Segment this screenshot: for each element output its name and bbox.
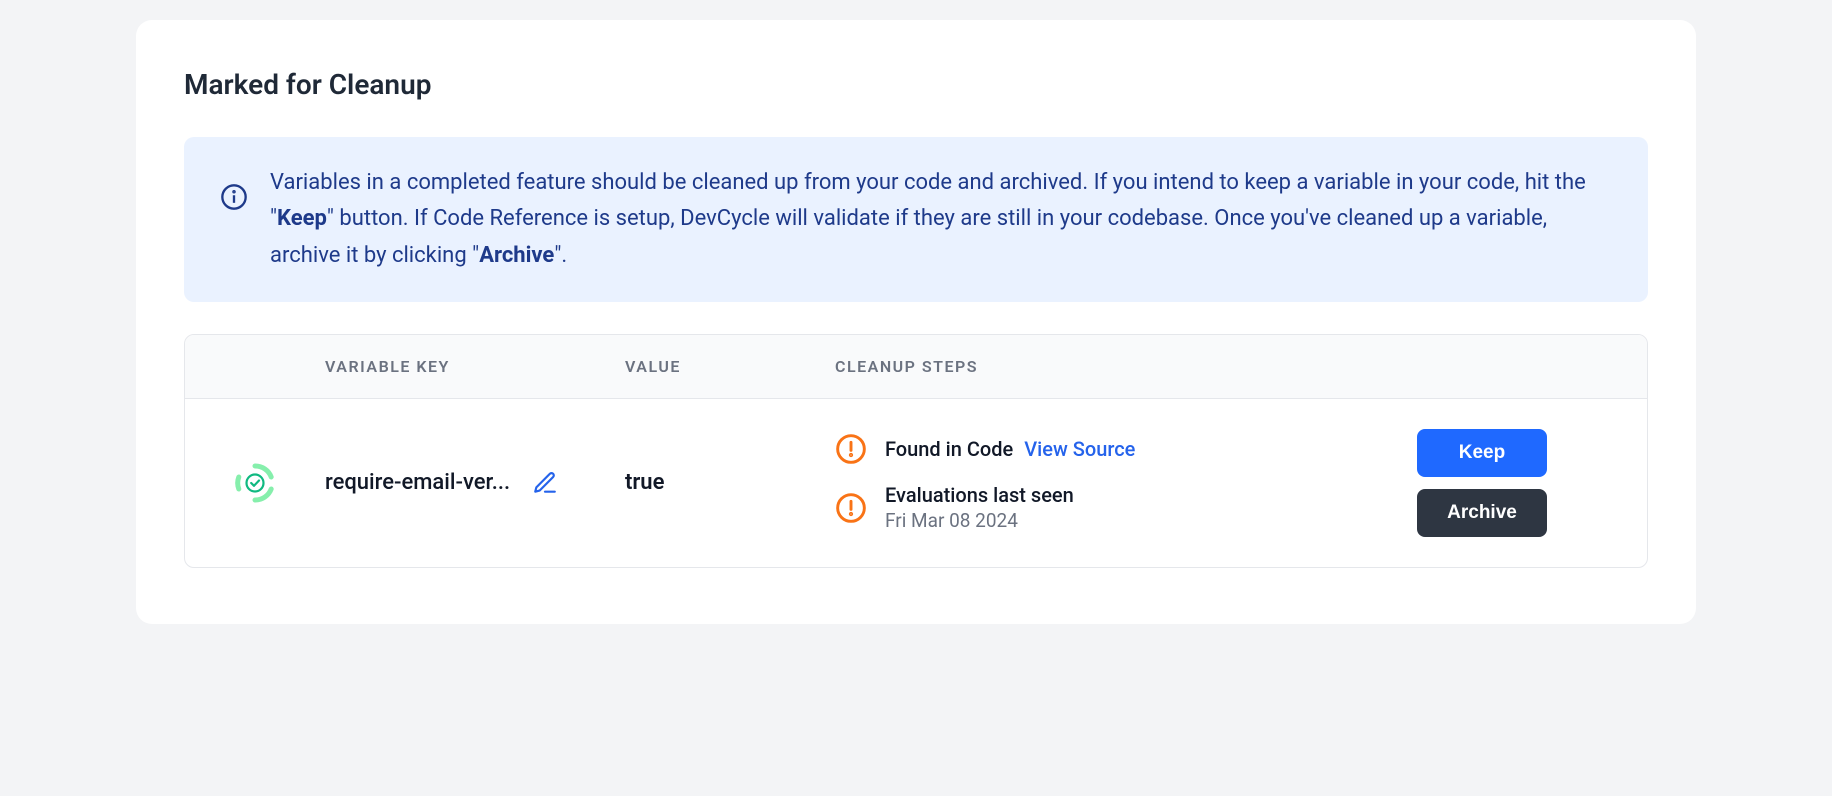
- view-source-link[interactable]: View Source: [1024, 437, 1135, 461]
- variable-status-icon: [234, 462, 276, 504]
- status-icon-cell: [185, 462, 325, 504]
- step-found-in-code: Found in Code View Source: [835, 433, 1347, 465]
- table-header: VARIABLE KEY VALUE CLEANUP STEPS: [185, 335, 1647, 399]
- alert-icon: [835, 492, 867, 524]
- evaluations-label: Evaluations last seen: [885, 483, 1074, 507]
- header-cleanup-steps: CLEANUP STEPS: [835, 357, 1347, 376]
- actions-cell: Keep Archive: [1347, 429, 1647, 537]
- edit-icon: [532, 470, 558, 496]
- evaluations-date: Fri Mar 08 2024: [885, 509, 1074, 532]
- cleanup-card: Marked for Cleanup Variables in a comple…: [136, 20, 1696, 624]
- variable-key-text: require-email-ver...: [325, 470, 510, 495]
- section-title: Marked for Cleanup: [184, 68, 1648, 101]
- info-banner-text: Variables in a completed feature should …: [270, 165, 1612, 274]
- variable-key-cell: require-email-ver...: [325, 466, 625, 500]
- step-evaluations: Evaluations last seen Fri Mar 08 2024: [835, 483, 1347, 532]
- keep-button[interactable]: Keep: [1417, 429, 1547, 477]
- cleanup-steps-cell: Found in Code View Source Ev: [835, 433, 1347, 532]
- edit-variable-button[interactable]: [528, 466, 562, 500]
- header-value: VALUE: [625, 357, 835, 376]
- table-row: require-email-ver... true: [185, 399, 1647, 567]
- cleanup-table: VARIABLE KEY VALUE CLEANUP STEPS require…: [184, 334, 1648, 568]
- variable-value: true: [625, 470, 835, 495]
- alert-icon: [835, 433, 867, 465]
- info-banner: Variables in a completed feature should …: [184, 137, 1648, 302]
- info-icon: [220, 183, 248, 211]
- archive-button[interactable]: Archive: [1417, 489, 1547, 537]
- header-variable-key: VARIABLE KEY: [325, 357, 625, 376]
- found-in-code-label: Found in Code View Source: [885, 437, 1135, 461]
